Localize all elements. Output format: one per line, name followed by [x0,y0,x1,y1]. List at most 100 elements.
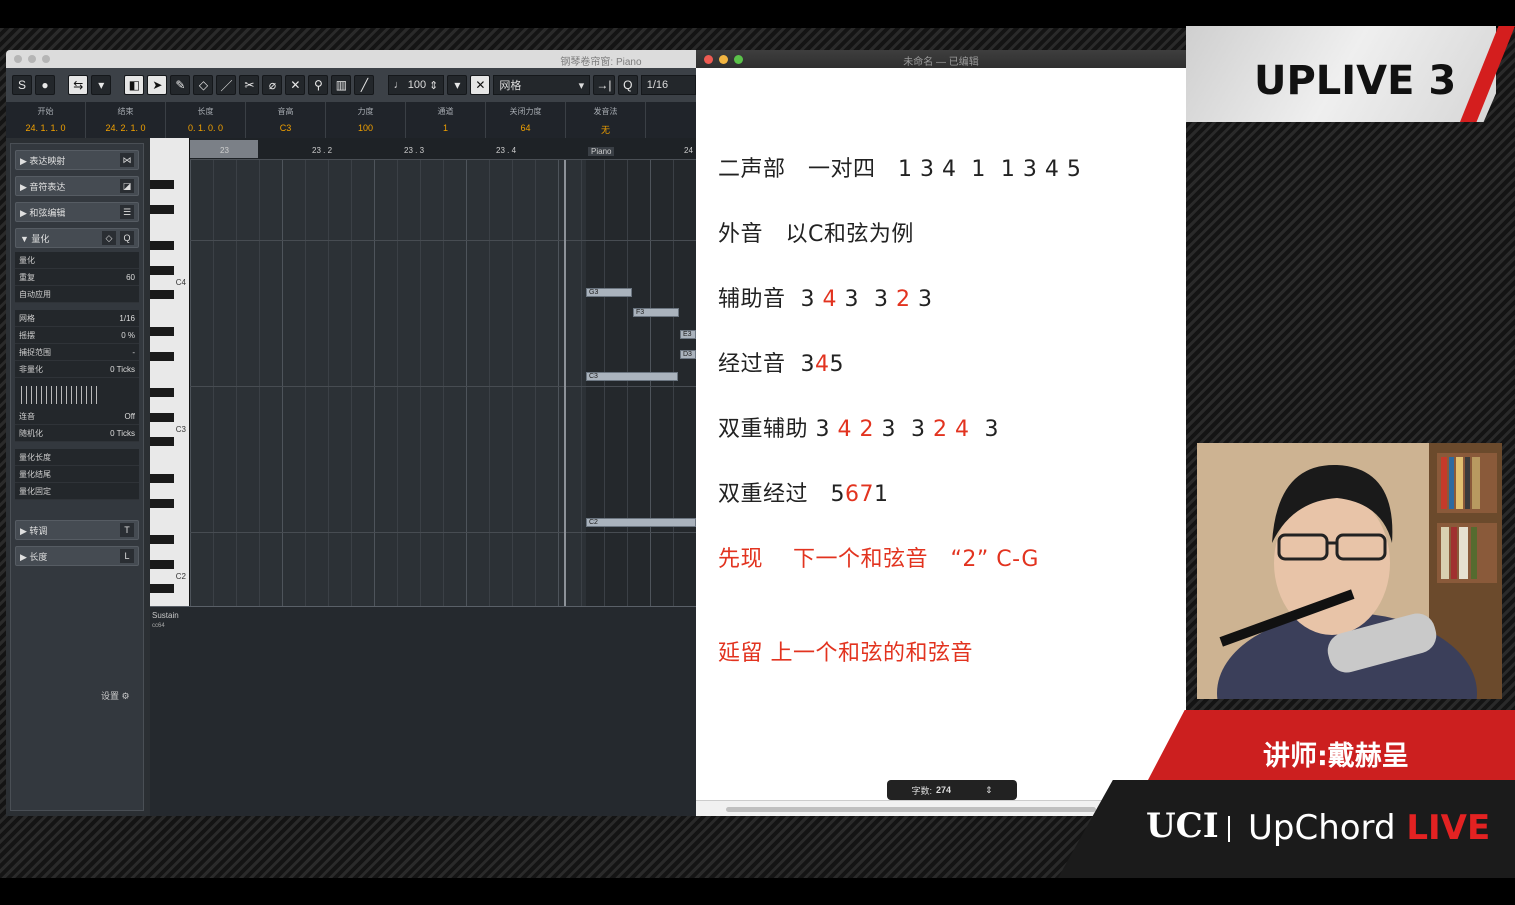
midi-note[interactable]: D3 [680,350,696,359]
velocity-field[interactable]: ♩ 100 ⇕ [387,75,445,95]
quantize-setting-row[interactable]: 网格 1/16 [15,310,139,327]
color-tool-icon[interactable]: ╱ [354,75,375,95]
doc-line-2[interactable]: 外音 以C和弦为例 [718,216,914,248]
grid-line [673,160,674,606]
inspector-section[interactable]: ▶ 音符表达 ◪ [15,176,139,196]
doc-line-8[interactable]: 延留 上一个和弦的和弦音 [718,635,973,667]
snap-icon[interactable]: ✕ [470,75,491,95]
stepper-icon[interactable]: ⇕ [985,785,993,796]
quantize-icon[interactable]: Q [617,75,638,95]
info-value: 24. 1. 1. 0 [25,123,66,133]
line-tool-icon[interactable]: ／ [216,75,237,95]
black-key[interactable] [150,351,174,361]
autoscroll-button[interactable]: ⇆ [68,75,89,95]
quantize-setting-row[interactable]: 量化结尾 [15,466,139,483]
mute-tool-icon[interactable]: ✕ [285,75,306,95]
doc-line-3[interactable]: 辅助音 3 4 3 3 2 3 [718,281,932,313]
black-key[interactable] [150,535,174,545]
dropdown-chevron-icon[interactable]: ▾ [91,75,112,95]
velocity-dropdown-icon[interactable]: ▾ [447,75,468,95]
word-count-popup[interactable]: 字数: 274 ⇕ [887,780,1017,800]
setting-label: 随机化 [19,428,43,438]
quantize-setting-row[interactable]: 量化固定 [15,483,139,500]
quantize-q-icon[interactable]: Q [120,231,134,245]
midi-note[interactable]: E3 [680,330,696,339]
quantize-setting-row[interactable]: 自动应用 [15,286,139,303]
draw-tool-icon[interactable]: ▥ [331,75,352,95]
info-cell[interactable]: 长度 0. 1. 0. 0 [166,102,246,138]
document-title: 未命名 — 已编辑 [903,57,979,68]
midi-note[interactable]: G3 [586,288,632,297]
eraser-tool-icon[interactable]: ◇ [193,75,214,95]
timeline-ruler[interactable]: 23 23 . 2 23 . 3 23 . 4 24 [190,138,696,160]
info-cell[interactable]: 发音法 无 [566,102,646,138]
controller-lane[interactable]: Sustain cc64 [150,606,696,816]
doc-line-4[interactable]: 经过音 345 [718,346,844,378]
black-key[interactable] [150,327,174,337]
settings-link[interactable]: 设置 ⚙ [101,689,130,702]
midi-part-region[interactable] [586,160,696,606]
uplive-banner: UPLIVE 3 [1186,26,1496,122]
inspector-section[interactable]: ▶ 长度 L [15,546,139,566]
black-key[interactable] [150,265,174,275]
piano-roll-titlebar: 钢琴卷帘窗: Piano [6,50,696,68]
black-key[interactable] [150,559,174,569]
info-value: 64 [520,123,531,133]
info-cell[interactable]: 开始 24. 1. 1. 0 [6,102,86,138]
quantize-section-header[interactable]: ▼ 量化 ◇ Q [15,228,139,248]
swing-grid-display[interactable] [15,378,139,408]
snap-mode-icon[interactable]: →| [593,75,615,95]
zoom-tool-icon[interactable]: ⚲ [308,75,329,95]
doc-line-6[interactable]: 双重经过 5671 [718,476,888,508]
piano-keyboard[interactable]: C4 C3 C2 [150,138,190,740]
glue-tool-icon[interactable]: ⌀ [262,75,283,95]
doc-line-1[interactable]: 二声部 一对四 1 3 4 1 1 3 4 5 [718,151,1081,183]
black-key[interactable] [150,290,174,299]
black-key[interactable] [150,388,174,398]
inspector-section[interactable]: ▶ 表达映射 ⋈ [15,150,139,170]
record-button[interactable]: ● [35,75,55,95]
info-cell[interactable]: 通道 1 [406,102,486,138]
black-key[interactable] [150,412,174,422]
section-icon: ⋈ [120,153,134,167]
black-key[interactable] [150,474,174,484]
solo-button[interactable]: S [12,75,32,95]
info-cell[interactable]: 结束 24. 2. 1. 0 [86,102,166,138]
info-cell[interactable]: 关闭力度 64 [486,102,566,138]
black-key[interactable] [150,437,174,446]
grid-type-select[interactable]: 网格 ▾ [493,75,591,95]
inspector-section[interactable]: ▶ 和弦编辑 ☰ [15,202,139,222]
upchord-logo: UCI [1146,806,1219,846]
black-key[interactable] [150,584,174,593]
scrollbar-thumb[interactable] [726,807,1096,812]
midi-note[interactable]: F3 [633,308,679,317]
quantize-setting-row[interactable]: 随机化 0 Ticks [15,425,139,442]
quantize-setting-row[interactable]: 摇摆 0 % [15,327,139,344]
black-key[interactable] [150,204,174,214]
midi-note[interactable]: C3 [586,372,678,381]
quantize-setting-row[interactable]: 连音 Off [15,408,139,425]
note-grid[interactable]: Piano G3 F3 E3 D3 C3 C2 [190,147,696,816]
scissors-tool-icon[interactable]: ✂ [239,75,260,95]
quantize-setting-row[interactable]: 量化长度 [15,449,139,466]
pencil-tool-icon[interactable]: ✎ [170,75,191,95]
doc-line-7[interactable]: 先现 下一个和弦音 “2” C-G [718,541,1039,573]
velocity-value: 100 [407,79,427,91]
diamond-icon[interactable]: ◇ [102,231,116,245]
info-cell[interactable]: 音高 C3 [246,102,326,138]
quantize-setting-row[interactable]: 非量化 0 Ticks [15,361,139,378]
piano-roll-editor[interactable]: C4 C3 C2 23 23 . 2 23 . 3 23 . 4 24 Piano G3 F3… [150,138,696,816]
black-key[interactable] [150,241,174,251]
quantize-setting-row[interactable]: 捕捉范围 - [15,344,139,361]
doc-line-5[interactable]: 双重辅助 3 4 2 3 3 2 4 3 [718,411,999,443]
quantize-setting-row[interactable]: 重复 60 [15,269,139,286]
quantize-value-field[interactable]: 1/16 [640,75,696,95]
speaker-icon[interactable]: ◧ [124,75,145,95]
pointer-tool-icon[interactable]: ➤ [147,75,168,95]
info-cell[interactable]: 力度 100 [326,102,406,138]
black-key[interactable] [150,180,174,190]
midi-note[interactable]: C2 [586,518,696,527]
inspector-section[interactable]: ▶ 转调 T [15,520,139,540]
quantize-setting-row[interactable]: 量化 [15,252,139,269]
black-key[interactable] [150,498,174,508]
